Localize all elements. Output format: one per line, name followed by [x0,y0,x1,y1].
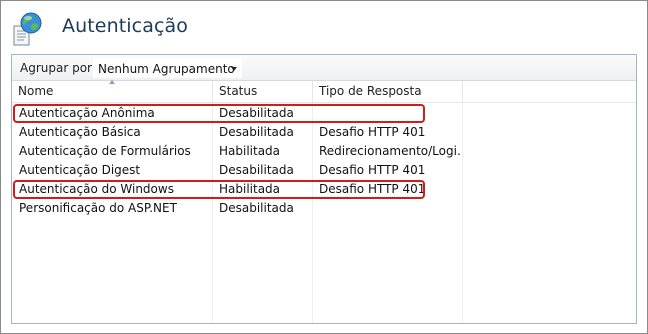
column-header-row: Nome Status Tipo de Resposta [12,80,636,103]
row-name: Autenticação do Windows [19,182,174,196]
row-name: Personificação do ASP.NET [19,201,177,215]
row-response-type [319,199,459,218]
table-row[interactable]: Autenticação Anônima Desabilitada [12,104,636,123]
dropdown-arrow-icon[interactable] [231,67,237,71]
group-by-value: Nenhum Agrupamento [98,62,235,76]
row-name: Autenticação Anônima [19,106,155,120]
column-header-name-label: Nome [18,84,54,98]
row-status: Desabilitada [219,163,294,177]
table-row[interactable]: Autenticação Básica Desabilitada Desafio… [12,123,636,142]
row-response-type [319,104,459,123]
column-header-status[interactable]: Status [213,81,313,102]
column-header-response-type-label: Tipo de Resposta [319,84,422,98]
row-status: Desabilitada [219,201,294,215]
row-name: Autenticação Digest [19,163,141,177]
group-by-label: Agrupar por: [20,61,96,75]
row-response-type: Desafio HTTP 401 [319,182,426,196]
column-header-name[interactable]: Nome [12,80,213,102]
row-status: Desabilitada [219,125,294,139]
page-title: Autenticação [62,15,188,37]
sort-ascending-icon [109,80,115,84]
row-status: Habilitada [219,144,281,158]
authentication-list-panel: Agrupar por: Nenhum Agrupamento Nome Sta… [11,54,637,324]
globe-document-icon [13,12,42,46]
table-row[interactable]: Autenticação do Windows Habilitada Desaf… [12,180,636,199]
table-row[interactable]: Personificação do ASP.NET Desabilitada [12,199,636,218]
row-name: Autenticação de Formulários [19,144,191,158]
table-row[interactable]: Autenticação Digest Desabilitada Desafio… [12,161,636,180]
group-by-dropdown[interactable]: Nenhum Agrupamento [93,58,242,78]
table-row[interactable]: Autenticação de Formulários Habilitada R… [12,142,636,161]
grouping-toolbar: Agrupar por: Nenhum Agrupamento [12,55,636,81]
row-status: Habilitada [219,182,281,196]
column-header-status-label: Status [219,84,258,98]
authentication-window: Autenticação Agrupar por: Nenhum Agrupam… [0,0,648,334]
row-response-type: Desafio HTTP 401 [319,125,426,139]
row-status: Desabilitada [219,106,294,120]
column-header-response-type[interactable]: Tipo de Resposta [313,81,463,102]
row-response-type: Redirecionamento/Logi... [319,144,461,158]
row-name: Autenticação Básica [19,125,141,139]
row-response-type: Desafio HTTP 401 [319,163,426,177]
